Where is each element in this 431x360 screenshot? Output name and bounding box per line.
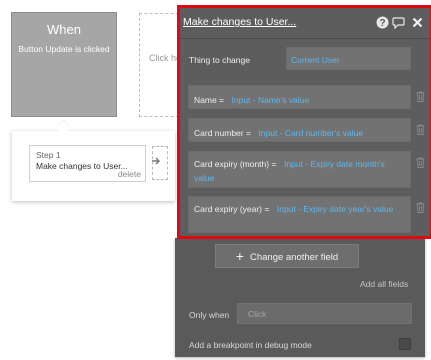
trash-icon[interactable]	[416, 157, 425, 168]
help-icon[interactable]: ?	[376, 16, 389, 29]
plus-icon: +	[235, 248, 244, 264]
field-label: Card number =	[194, 128, 251, 138]
field-row-name[interactable]: Name = Input - Name's value	[188, 85, 411, 109]
header-divider	[180, 38, 430, 39]
step-card: Step 1 Make changes to User... delete	[12, 131, 175, 201]
field-row-text: Card expiry (month) = Input - Expiry dat…	[194, 157, 406, 185]
trash-icon[interactable]	[416, 91, 425, 102]
svg-text:?: ?	[379, 18, 385, 29]
breakpoint-label: Add a breakpoint in debug mode	[189, 340, 312, 350]
change-another-field-label: Change another field	[249, 252, 339, 263]
step-delete-link[interactable]: delete	[118, 169, 141, 179]
step-1-box[interactable]: Step 1 Make changes to User... delete	[29, 145, 146, 182]
only-when-label: Only when	[189, 310, 230, 320]
panel-title[interactable]: Make changes to User...	[183, 16, 296, 28]
field-row-text: Name = Input - Name's value	[194, 94, 406, 107]
step-label: Step 1	[36, 150, 61, 160]
trigger-event-box[interactable]: When Button Update is clicked	[11, 12, 117, 117]
comment-icon[interactable]	[392, 16, 405, 29]
trash-icon[interactable]	[416, 124, 425, 135]
field-label: Card expiry (month) =	[194, 159, 277, 169]
change-another-field-button[interactable]: + Change another field	[215, 244, 359, 268]
field-label: Name =	[194, 95, 224, 105]
trash-icon[interactable]	[416, 202, 425, 213]
property-editor-panel: Make changes to User... ? Thing to chang…	[177, 5, 431, 239]
trigger-title: When	[47, 22, 81, 37]
field-value: Input - Card number's value	[258, 128, 364, 138]
thing-to-change-label: Thing to change	[189, 55, 250, 65]
field-label: Card expiry (year) =	[194, 204, 270, 214]
field-value: Input - Expiry date year's value	[276, 204, 394, 214]
only-when-input[interactable]: Click	[237, 303, 412, 324]
field-row-text: Card number = Input - Card number's valu…	[194, 127, 406, 140]
only-when-placeholder: Click	[248, 309, 267, 319]
trigger-event-text: Button Update is clicked	[18, 44, 110, 54]
field-row-card-expiry-year[interactable]: Card expiry (year) = Input - Expiry date…	[188, 196, 411, 233]
add-action-placeholder[interactable]	[139, 13, 179, 117]
add-step-placeholder[interactable]	[152, 146, 168, 180]
step-name: Make changes to User...	[36, 161, 128, 171]
thing-to-change-value: Current User	[291, 55, 340, 65]
breakpoint-checkbox[interactable]	[399, 338, 411, 350]
add-all-fields-link[interactable]: Add all fields	[360, 279, 408, 289]
field-row-card-expiry-month[interactable]: Card expiry (month) = Input - Expiry dat…	[188, 151, 411, 188]
field-row-text: Card expiry (year) = Input - Expiry date…	[194, 202, 406, 216]
field-value: Input - Name's value	[231, 95, 310, 105]
close-icon[interactable]	[411, 16, 424, 29]
thing-to-change-input[interactable]: Current User	[286, 47, 411, 70]
field-row-card-number[interactable]: Card number = Input - Card number's valu…	[188, 118, 411, 142]
